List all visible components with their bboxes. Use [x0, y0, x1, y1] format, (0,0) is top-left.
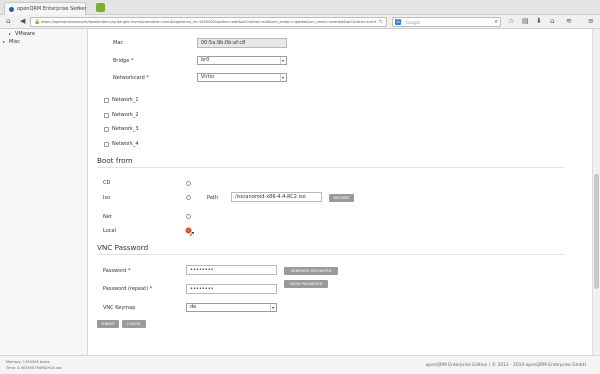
browser-navigation-bar: ⌂ ◀ 🔒 https://openqrm/openqrm/base/index…	[0, 15, 600, 29]
sidebar-item-misc[interactable]: ▸ Misc	[3, 39, 20, 45]
network-2-checkbox[interactable]	[104, 113, 109, 118]
networkcard-label: Networkcard *	[113, 75, 149, 81]
reload-icon[interactable]: ↻	[379, 19, 383, 25]
networkcard-select[interactable]: Virtio ▾	[197, 73, 287, 82]
menu-icon[interactable]: ≡	[588, 17, 594, 25]
sidebar: ▸ VMware ▸ Misc	[0, 29, 88, 355]
vnc-keymap-selected-value: de	[190, 304, 197, 310]
password-label: Password *	[103, 268, 131, 274]
boot-cd-label: CD	[103, 180, 111, 186]
bridge-selected-value: br0	[201, 57, 210, 63]
main-content: Mac 00:5a:9b:0b:af:c8 Bridge * br0 ▾ Net…	[89, 29, 592, 355]
network-1-label: Network_1	[112, 97, 139, 103]
addons-icon[interactable]: ≋	[566, 17, 572, 25]
boot-net-radio[interactable]	[186, 214, 191, 219]
browser-tab[interactable]: openQRM Enterprise Server ×	[4, 2, 87, 15]
mac-label: Mac	[113, 40, 124, 46]
cancel-button[interactable]: CANCEL	[122, 320, 146, 328]
home-page-icon[interactable]: ⌂	[550, 17, 554, 25]
iso-path-input[interactable]: /iso/android-x86-4.4-RC2.iso	[231, 192, 322, 202]
footer: Memory: 1790504 bytes Time: 0.5676507949…	[0, 355, 600, 374]
memory-usage: Memory: 1790504 bytes	[6, 360, 50, 364]
network-2-label: Network_2	[112, 112, 139, 118]
vnc-keymap-select[interactable]: de ▾	[186, 303, 277, 312]
password-repeat-input[interactable]: ••••••••	[186, 284, 277, 294]
bridge-select[interactable]: br0 ▾	[197, 56, 287, 65]
sidebar-item-vmware[interactable]: ▸ VMware	[9, 31, 35, 37]
network-3-label: Network_3	[112, 126, 139, 132]
submit-button[interactable]: SUBMIT	[97, 320, 119, 328]
path-label: Path	[207, 195, 218, 201]
network-4-label: Network_4	[112, 141, 139, 147]
openqrm-favicon-icon	[9, 7, 14, 12]
close-tab-icon[interactable]: ×	[76, 5, 81, 12]
show-password-button[interactable]: SHOW PASSWORD	[284, 280, 328, 288]
password-input[interactable]: ••••••••	[186, 265, 277, 275]
search-box[interactable]: G Google ⌕	[392, 17, 501, 27]
section-divider	[97, 254, 564, 255]
scrollbar-thumb[interactable]	[594, 174, 599, 289]
network-4-checkbox[interactable]	[104, 142, 109, 147]
url-text: https://openqrm/openqrm/base/index.php?p…	[41, 20, 376, 24]
back-arrow-icon[interactable]: ◀	[20, 17, 25, 25]
url-bar[interactable]: 🔒 https://openqrm/openqrm/base/index.php…	[30, 17, 387, 27]
section-divider	[97, 167, 564, 168]
network-1-checkbox[interactable]	[104, 98, 109, 103]
bridge-label: Bridge *	[113, 58, 134, 64]
copyright: openQRM Enterprise Edition | © 2012 - 20…	[425, 363, 586, 368]
boot-net-label: Net	[103, 214, 112, 220]
boot-cd-radio[interactable]	[186, 181, 191, 186]
network-3-checkbox[interactable]	[104, 127, 109, 132]
vnc-password-heading: VNC Password	[97, 243, 149, 252]
search-placeholder: Google	[406, 20, 421, 25]
password-repeat-label: Password (repeat) *	[103, 286, 153, 292]
chevron-down-icon: ▾	[280, 57, 284, 64]
render-time: Time: 0.567650794982910 sec	[6, 366, 63, 370]
mac-field: 00:5a:9b:0b:af:c8	[197, 38, 287, 48]
sidebar-item-label: Misc	[9, 39, 21, 45]
boot-from-heading: Boot from	[97, 156, 133, 165]
boot-iso-radio[interactable]	[186, 195, 191, 200]
chevron-down-icon: ▾	[280, 74, 284, 81]
networkcard-selected-value: Virtio	[201, 74, 215, 80]
browse-button[interactable]: BROWSE	[329, 194, 354, 202]
generate-password-button[interactable]: GENERATE PASSWORD	[284, 267, 338, 275]
bookmark-star-icon[interactable]: ☆	[508, 17, 514, 25]
mouse-cursor-icon: ➚	[189, 230, 195, 238]
search-icon[interactable]: ⌕	[495, 18, 498, 26]
sidebar-item-label: VMware	[15, 31, 35, 37]
home-icon[interactable]: ⌂	[6, 17, 10, 25]
new-tab-button[interactable]	[96, 3, 105, 12]
boot-local-label: Local	[103, 228, 116, 234]
download-icon[interactable]: ⬇	[536, 17, 542, 25]
boot-iso-label: Iso	[103, 195, 111, 201]
vnc-keymap-label: VNC Keymap	[103, 305, 136, 311]
lock-icon: 🔒	[34, 19, 41, 25]
chevron-down-icon: ▾	[270, 304, 274, 311]
bookmarks-list-icon[interactable]: ▤	[522, 17, 529, 25]
search-engine-icon[interactable]: G	[395, 19, 401, 25]
browser-tab-bar: openQRM Enterprise Server ×	[0, 0, 600, 15]
page-scrollbar[interactable]	[592, 29, 600, 355]
